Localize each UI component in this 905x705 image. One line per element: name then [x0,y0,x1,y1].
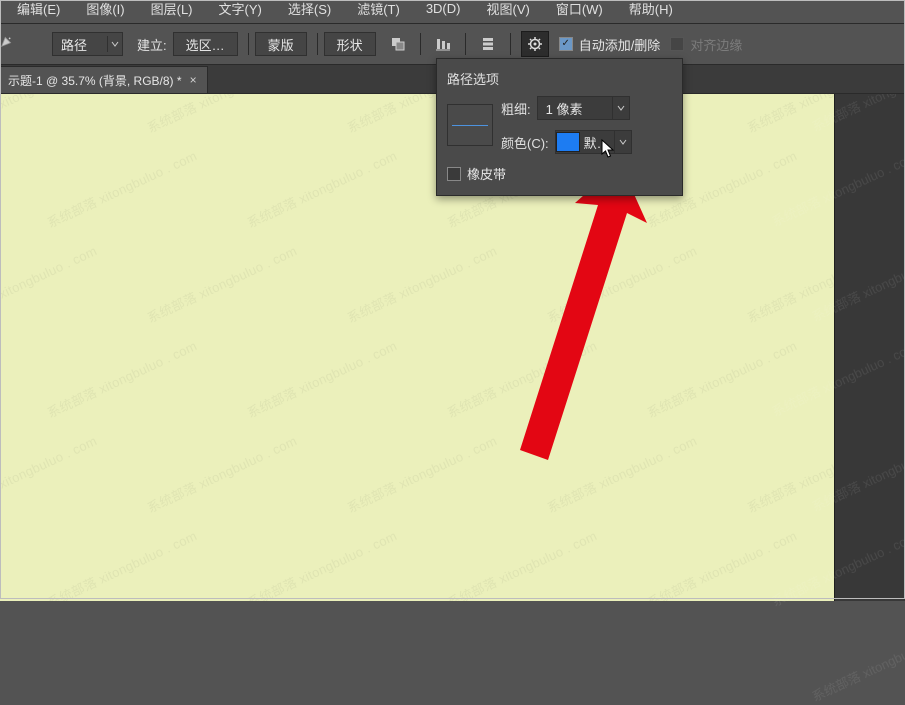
menu-view[interactable]: 视图(V) [473,0,542,20]
mask-button[interactable]: 蒙版 [255,32,307,56]
thickness-preview[interactable] [447,104,493,146]
canvas[interactable]: 系统部落 xitongbuluo . com系统部落 xitongbuluo .… [0,94,834,601]
menu-select[interactable]: 选择(S) [275,0,344,20]
color-swatch-icon [556,132,580,152]
chevron-down-icon [612,97,629,119]
path-options-popup: 路径选项 粗细: 1 像素 颜色(C): 默… 橡 [436,58,683,196]
separator [465,33,466,55]
menu-type[interactable]: 文字(Y) [206,0,275,20]
selection-button[interactable]: 选区… [173,32,238,56]
checkbox-label: 橡皮带 [467,164,506,183]
auto-add-delete-checkbox[interactable]: 自动添加/删除 [559,35,661,54]
path-operations-icon[interactable] [386,32,410,56]
menu-3d[interactable]: 3D(D) [413,0,474,18]
checkbox-label: 对齐边缘 [690,35,742,54]
separator [420,33,421,55]
checkbox-checked-icon [559,37,573,51]
thickness-input[interactable]: 1 像素 [537,96,630,120]
checkbox-unchecked-icon [447,167,461,181]
thickness-label: 粗细: [501,99,531,118]
pen-tool-icon[interactable] [0,34,14,48]
align-icon[interactable] [431,32,455,56]
separator [248,33,249,55]
checkbox-disabled-icon [670,37,684,51]
shape-button[interactable]: 形状 [324,32,376,56]
path-options-gear-icon[interactable] [521,31,549,57]
color-combo[interactable]: 默… [555,130,632,154]
align-edges-checkbox: 对齐边缘 [670,35,742,54]
mouse-cursor-icon [601,139,617,159]
separator [317,33,318,55]
chevron-down-icon [107,36,122,52]
menu-help[interactable]: 帮助(H) [616,0,686,20]
thickness-value: 1 像素 [538,99,612,118]
popup-title: 路径选项 [447,69,672,88]
right-panel-strip: 系统部落 xitongbuluo . com系统部落 xitongbuluo .… [834,94,905,601]
menu-filter[interactable]: 滤镜(T) [344,0,413,20]
menu-image[interactable]: 图像(I) [73,0,137,20]
rubber-band-checkbox[interactable]: 橡皮带 [447,164,506,183]
arrange-icon[interactable] [476,32,500,56]
checkbox-label: 自动添加/删除 [579,35,661,54]
close-icon[interactable]: × [190,73,197,87]
mode-combo-value: 路径 [53,35,107,54]
menu-edit[interactable]: 编辑(E) [4,0,73,20]
watermark: 系统部落 xitongbuluo . com系统部落 xitongbuluo .… [0,94,834,601]
menu-layer[interactable]: 图层(L) [138,0,206,20]
document-tab-title: 示题-1 @ 35.7% (背景, RGB/8) * [8,72,182,89]
document-tab[interactable]: 示题-1 @ 35.7% (背景, RGB/8) * × [0,66,208,93]
menu-bar: 编辑(E) 图像(I) 图层(L) 文字(Y) 选择(S) 滤镜(T) 3D(D… [0,0,905,23]
mode-combo[interactable]: 路径 [52,32,123,56]
create-label: 建立: [137,35,167,54]
color-label: 颜色(C): [501,133,549,152]
menu-window[interactable]: 窗口(W) [543,0,616,20]
separator [510,33,511,55]
